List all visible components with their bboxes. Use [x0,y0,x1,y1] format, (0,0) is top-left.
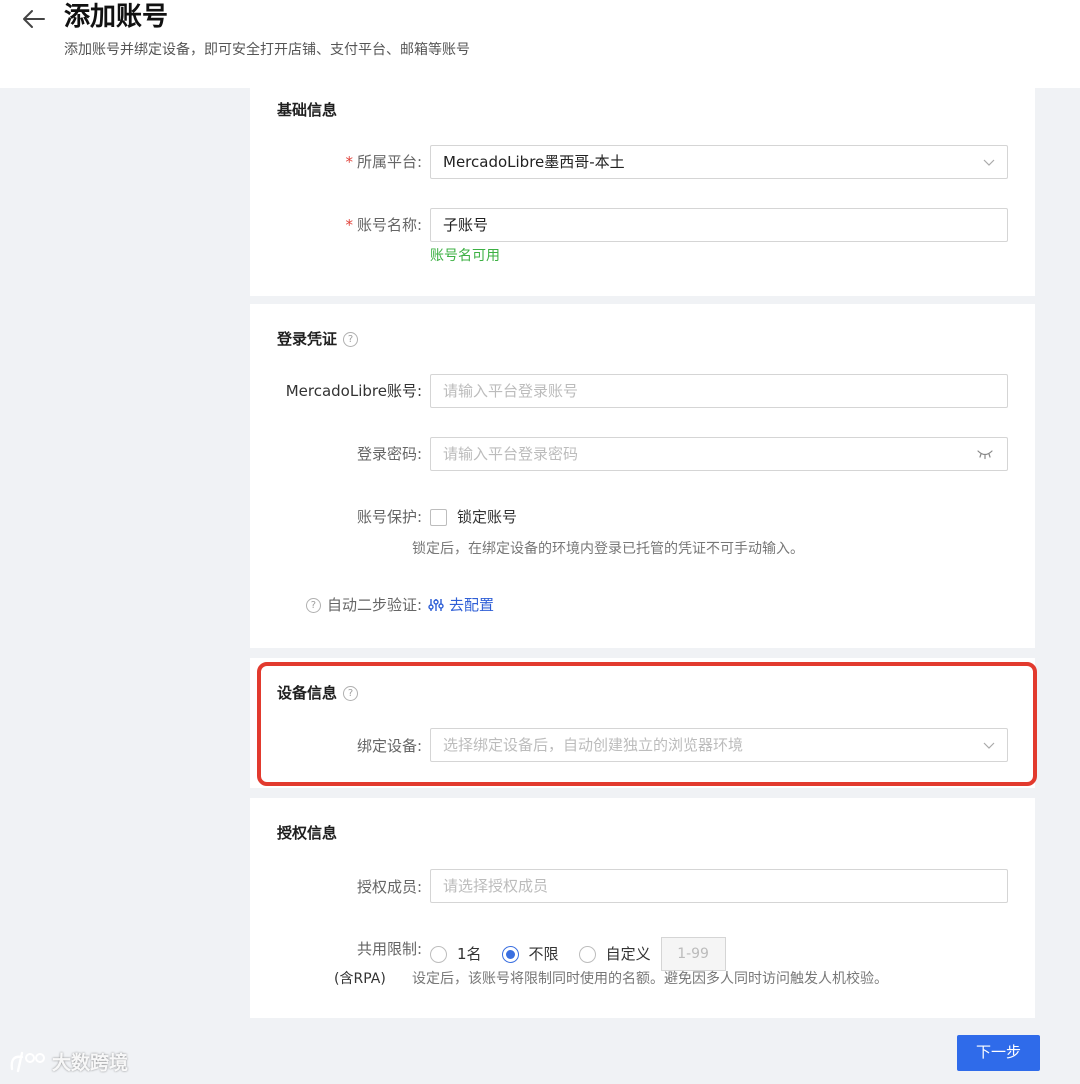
members-placeholder: 请选择授权成员 [443,877,549,895]
platform-account-input[interactable]: 请输入平台登录账号 [430,374,1008,408]
back-arrow-icon[interactable] [20,6,46,32]
authorization-card: 授权信息 授权成员: 请选择授权成员 共用限制: 1名 不限 自定义 1-99 … [250,798,1035,1018]
members-label: 授权成员: [356,878,422,896]
eye-closed-icon[interactable] [977,448,993,460]
configure-link[interactable]: 去配置 [428,595,494,615]
required-marker: * [345,216,353,234]
required-marker: * [345,153,353,171]
lock-account-checkbox[interactable] [430,509,447,526]
radio-one[interactable] [430,945,447,963]
watermark: 大数跨境 [8,1048,128,1075]
password-placeholder: 请输入平台登录密码 [443,445,579,463]
share-limit-radio-group: 1名 不限 自定义 1-99 [430,937,726,971]
lock-account-label[interactable]: 锁定账号 [457,507,517,527]
next-step-button[interactable]: 下一步 [957,1035,1040,1071]
chevron-down-icon [983,159,995,166]
basic-info-title: 基础信息 [277,101,338,119]
radio-unlimited-label[interactable]: 不限 [529,944,559,964]
custom-limit-placeholder: 1-99 [677,946,709,962]
password-label: 登录密码: [356,445,422,463]
page-header: 添加账号 添加账号并绑定设备，即可安全打开店铺、支付平台、邮箱等账号 [0,0,1080,88]
brand-logo-icon [10,1051,45,1072]
highlight-box [257,662,1037,786]
account-name-label: * 账号名称: [345,216,422,234]
protection-label: 账号保护: [356,508,422,526]
help-icon[interactable]: ? [305,597,321,613]
account-name-input[interactable]: 子账号 [430,208,1008,242]
members-select[interactable]: 请选择授权成员 [430,869,1008,903]
platform-select[interactable]: MercadoLibre墨西哥-本土 [430,145,1008,179]
radio-one-label[interactable]: 1名 [457,944,482,964]
basic-info-card: 基础信息 * 所属平台: MercadoLibre墨西哥-本土 * 账号名称: 子账… [250,88,1035,296]
account-name-hint: 账号名可用 [430,248,500,264]
page-title: 添加账号 [64,2,169,32]
login-credentials-card: 登录凭证 ? MercadoLibre账号: 请输入平台登录账号 登录密码: 请… [250,304,1035,648]
two-step-label: ? 自动二步验证: [305,595,422,615]
radio-custom-label[interactable]: 自定义 [606,944,651,964]
radio-custom[interactable] [578,945,596,963]
limit-note: 设定后，该账号将限制同时使用的名额。避免因多人同时访问触发人机校验。 [412,971,888,987]
authorization-title: 授权信息 [277,824,338,842]
platform-select-value: MercadoLibre墨西哥-本土 [443,153,625,171]
lock-note: 锁定后，在绑定设备的环境内登录已托管的凭证不可手动输入。 [412,541,804,557]
platform-label: * 所属平台: [345,153,422,171]
custom-limit-input[interactable]: 1-99 [660,937,726,971]
radio-unlimited[interactable] [501,945,519,963]
platform-account-label: MercadoLibre账号: [285,382,422,400]
password-input[interactable]: 请输入平台登录密码 [430,437,1008,471]
account-name-value: 子账号 [443,216,489,234]
rpa-label: (含RPA) [334,971,386,987]
login-credentials-title: 登录凭证 ? [277,329,359,349]
platform-account-placeholder: 请输入平台登录账号 [443,382,579,400]
help-icon[interactable]: ? [343,331,359,347]
share-limit-label: 共用限制: [356,940,422,958]
settings-sliders-icon [428,599,444,611]
page-subtitle: 添加账号并绑定设备，即可安全打开店铺、支付平台、邮箱等账号 [64,42,470,58]
